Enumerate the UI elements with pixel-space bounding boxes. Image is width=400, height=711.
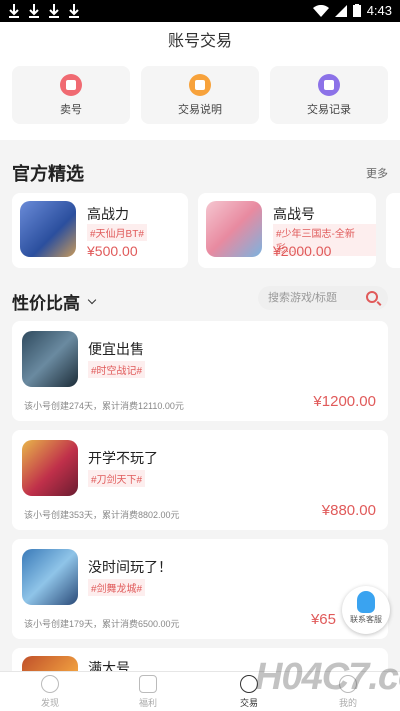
game-tag: #时空战记# — [88, 361, 146, 378]
game-tag: #天仙月BT# — [87, 224, 147, 241]
status-bar: 4:43 — [0, 0, 400, 22]
tab-welfare[interactable]: 福利 — [118, 675, 178, 709]
record-icon — [318, 74, 340, 96]
contact-label: 联系客服 — [350, 615, 382, 624]
featured-card[interactable]: 高战号 #少年三国志-全新彩... ¥2000.00 — [198, 193, 376, 268]
battery-icon — [352, 4, 361, 17]
quick-action-label: 交易记录 — [307, 104, 351, 116]
listing-info: 该小号创建179天，累计消费6500.00元 — [24, 619, 180, 629]
trade-instructions-button[interactable]: 交易说明 — [141, 66, 259, 124]
listing-price: ¥65 — [310, 611, 336, 628]
listing-price: ¥880.00 — [321, 502, 376, 519]
game-thumbnail — [206, 201, 262, 257]
download-icon — [68, 3, 80, 19]
contact-support-button[interactable]: 联系客服 — [342, 586, 390, 634]
quick-action-label: 卖号 — [60, 104, 82, 116]
download-icon — [48, 3, 60, 19]
featured-card[interactable]: 高战力 #天仙月BT# ¥500.00 — [12, 193, 188, 268]
featured-price: ¥500.00 — [87, 243, 138, 259]
search-icon[interactable] — [366, 291, 378, 303]
status-time: 4:43 — [366, 3, 392, 18]
listing-card[interactable]: 便宜出售 #时空战记# 该小号创建274天，累计消费12110.00元 ¥120… — [12, 321, 388, 421]
qq-icon — [357, 591, 375, 613]
chevron-down-icon — [87, 295, 97, 304]
instruction-icon — [189, 74, 211, 96]
game-tag: #刀剑天下# — [88, 470, 146, 487]
search-box[interactable] — [258, 286, 388, 310]
game-thumbnail — [22, 331, 78, 387]
listing-title: 开学不玩了 — [88, 450, 158, 466]
download-icon — [28, 3, 40, 19]
gamepad-icon — [139, 675, 157, 693]
sell-icon — [60, 74, 82, 96]
download-icon — [8, 3, 20, 19]
trade-records-button[interactable]: 交易记录 — [270, 66, 388, 124]
quick-actions: 卖号 交易说明 交易记录 — [0, 62, 400, 140]
tab-discover[interactable]: 发现 — [20, 675, 80, 709]
sell-account-button[interactable]: 卖号 — [12, 66, 130, 124]
featured-title: 官方精选 — [12, 164, 84, 184]
listing-title: 没时间玩了！ — [88, 559, 172, 575]
listing-price: ¥1200.00 — [313, 393, 376, 410]
featured-name: 高战号 — [273, 206, 315, 222]
featured-name: 高战力 — [87, 206, 129, 222]
game-thumbnail — [20, 201, 76, 257]
watermark: H04C7.com — [255, 656, 400, 698]
game-tag: #剑舞龙城# — [88, 579, 146, 596]
featured-card-partial[interactable] — [386, 193, 400, 268]
featured-price: ¥2000.00 — [273, 243, 332, 259]
sort-label: 性价比高 — [12, 294, 80, 313]
search-input[interactable] — [268, 289, 358, 307]
sort-dropdown[interactable]: 性价比高 — [12, 289, 97, 314]
listing-title: 满大号 — [88, 660, 130, 671]
wifi-icon — [312, 4, 329, 17]
signal-icon — [334, 4, 347, 17]
listing-info: 该小号创建274天，累计消费12110.00元 — [24, 401, 184, 411]
listing-card[interactable]: 没时间玩了！ #剑舞龙城# 该小号创建179天，累计消费6500.00元 ¥65 — [12, 539, 388, 639]
game-thumbnail — [22, 656, 78, 671]
featured-more-link[interactable]: 更多 — [366, 165, 388, 181]
game-thumbnail — [22, 549, 78, 605]
game-thumbnail — [22, 440, 78, 496]
listing-info: 该小号创建353天，累计消费8802.00元 — [24, 510, 180, 520]
quick-action-label: 交易说明 — [178, 104, 222, 116]
compass-icon — [41, 675, 59, 693]
listing-card[interactable]: 开学不玩了 #刀剑天下# 该小号创建353天，累计消费8802.00元 ¥880… — [12, 430, 388, 530]
page-title: 账号交易 — [0, 22, 400, 62]
listing-title: 便宜出售 — [88, 341, 144, 357]
